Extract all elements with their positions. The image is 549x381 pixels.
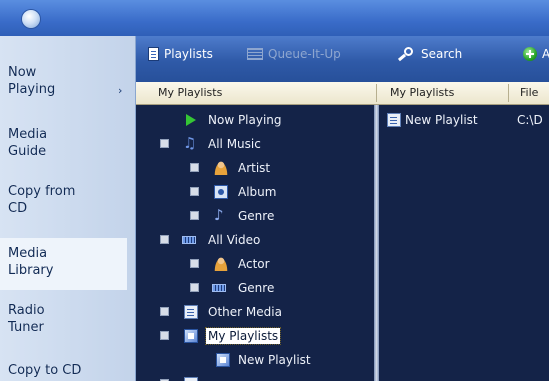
expander-icon[interactable] bbox=[160, 235, 169, 244]
column-header-bar: My Playlists My Playlists File bbox=[136, 82, 549, 105]
expander-icon[interactable] bbox=[190, 283, 199, 292]
playlist-icon bbox=[216, 353, 230, 367]
playlist-file-icon bbox=[387, 113, 401, 127]
expander-icon[interactable] bbox=[160, 139, 169, 148]
tree-item-label: Genre bbox=[238, 281, 275, 295]
search-label: Search bbox=[421, 47, 463, 61]
tree-item-other-media[interactable]: Other Media bbox=[136, 301, 374, 323]
expander-icon[interactable] bbox=[190, 163, 199, 172]
expander-icon[interactable] bbox=[190, 259, 199, 268]
expand-arrow-icon[interactable]: › bbox=[118, 84, 122, 97]
media-player-window: Now Playing › Media Guide Copy from CD M… bbox=[0, 0, 549, 381]
tree-item-all-video[interactable]: All Video bbox=[136, 229, 374, 251]
expander-icon[interactable] bbox=[160, 307, 169, 316]
tree-item-label: Actor bbox=[238, 257, 270, 271]
task-copy-to-cd[interactable]: Copy to CD bbox=[8, 362, 126, 379]
search-button[interactable]: Search bbox=[398, 43, 462, 65]
title-bar bbox=[0, 0, 549, 36]
artist-icon bbox=[214, 161, 228, 175]
tree-item-label: New Playlist bbox=[238, 353, 311, 367]
column-separator[interactable] bbox=[508, 84, 509, 102]
app-logo-icon[interactable] bbox=[22, 10, 40, 28]
album-icon bbox=[214, 185, 228, 199]
tree-item-partial[interactable] bbox=[136, 373, 374, 381]
video-icon bbox=[182, 236, 196, 244]
tree-item-new-playlist[interactable]: New Playlist bbox=[136, 349, 374, 371]
tree-item-artist[interactable]: Artist bbox=[136, 157, 374, 179]
playlists-label: Playlists bbox=[164, 47, 213, 61]
actor-icon bbox=[214, 257, 228, 271]
library-tree: Now Playing All Music Artist Album Genre… bbox=[136, 105, 374, 381]
queue-it-up-button[interactable]: Queue-It-Up bbox=[247, 43, 341, 65]
tree-item-label: My Playlists bbox=[204, 327, 282, 345]
task-radio-tuner[interactable]: Radio Tuner bbox=[8, 302, 126, 336]
playlists-folder-icon bbox=[184, 329, 198, 343]
list-row-name: New Playlist bbox=[405, 113, 478, 127]
list-row-path: C:\D bbox=[517, 113, 543, 127]
tree-item-label: Artist bbox=[238, 161, 271, 175]
tree-item-music-genre[interactable]: Genre bbox=[136, 205, 374, 227]
add-icon bbox=[523, 47, 537, 61]
playlist-icon bbox=[148, 47, 159, 61]
search-icon bbox=[398, 47, 416, 61]
add-label: A bbox=[542, 47, 549, 61]
tree-item-label: Genre bbox=[238, 209, 275, 223]
playlist-list: New Playlist C:\D bbox=[379, 105, 549, 381]
file-column-header[interactable]: File bbox=[520, 86, 538, 99]
tree-item-label: All Video bbox=[208, 233, 261, 247]
add-button[interactable]: A bbox=[523, 43, 549, 65]
queue-icon bbox=[247, 48, 263, 60]
play-icon bbox=[186, 114, 196, 126]
tree-item-label: Album bbox=[238, 185, 277, 199]
document-icon bbox=[184, 305, 198, 319]
expander-icon[interactable] bbox=[190, 187, 199, 196]
task-copy-from-cd[interactable]: Copy from CD bbox=[8, 183, 126, 217]
tree-item-my-playlists[interactable]: My Playlists bbox=[136, 325, 374, 347]
expander-icon[interactable] bbox=[160, 331, 169, 340]
task-media-library[interactable]: Media Library bbox=[0, 238, 127, 290]
task-now-playing[interactable]: Now Playing bbox=[8, 64, 126, 98]
tree-item-all-music[interactable]: All Music bbox=[136, 133, 374, 155]
genre-icon bbox=[214, 206, 228, 224]
tree-item-actor[interactable]: Actor bbox=[136, 253, 374, 275]
taskbar: Now Playing › Media Guide Copy from CD M… bbox=[0, 36, 136, 381]
column-separator[interactable] bbox=[376, 84, 377, 102]
task-media-guide[interactable]: Media Guide bbox=[8, 126, 126, 160]
expander-icon[interactable] bbox=[190, 211, 199, 220]
tree-column-header[interactable]: My Playlists bbox=[158, 86, 222, 99]
tree-item-label: Now Playing bbox=[208, 113, 282, 127]
video-genre-icon bbox=[212, 284, 226, 292]
auto-playlist-icon bbox=[184, 377, 198, 381]
playlists-button[interactable]: Playlists bbox=[148, 43, 213, 65]
library-toolbar: Playlists Queue-It-Up Search A bbox=[136, 36, 549, 82]
queue-label: Queue-It-Up bbox=[268, 47, 341, 61]
list-column-header[interactable]: My Playlists bbox=[390, 86, 454, 99]
tree-item-video-genre[interactable]: Genre bbox=[136, 277, 374, 299]
tree-item-now-playing[interactable]: Now Playing bbox=[136, 109, 374, 131]
tree-item-label: All Music bbox=[208, 137, 261, 151]
music-note-icon bbox=[183, 134, 197, 152]
list-row[interactable]: New Playlist C:\D bbox=[379, 109, 549, 131]
tree-item-label: Other Media bbox=[208, 305, 282, 319]
tree-item-album[interactable]: Album bbox=[136, 181, 374, 203]
